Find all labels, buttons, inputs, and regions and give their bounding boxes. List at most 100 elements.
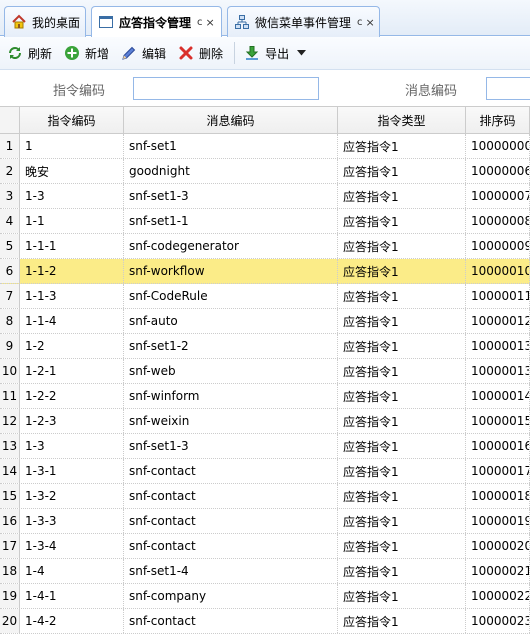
cell-message-code: snf-auto: [124, 309, 338, 333]
table-row[interactable]: 14 1-3-1 snf-contact 应答指令1 10000017: [0, 459, 530, 484]
cell-command-type: 应答指令1: [338, 459, 466, 483]
cell-sort-code: 10000012: [466, 309, 530, 333]
table-row[interactable]: 16 1-3-3 snf-contact 应答指令1 10000019: [0, 509, 530, 534]
table-row[interactable]: 15 1-3-2 snf-contact 应答指令1 10000018: [0, 484, 530, 509]
table-row[interactable]: 1 1 snf-set1 应答指令1 10000000: [0, 134, 530, 159]
cell-command-type: 应答指令1: [338, 234, 466, 258]
cell-message-code: snf-set1-1: [124, 209, 338, 233]
table-row[interactable]: 9 1-2 snf-set1-2 应答指令1 10000013: [0, 334, 530, 359]
cell-command-code: 1: [20, 134, 124, 158]
column-header-message-code[interactable]: 消息编码: [124, 107, 338, 133]
tab-label: 我的桌面: [32, 15, 81, 30]
chevron-down-icon[interactable]: [297, 48, 307, 59]
table-row[interactable]: 13 1-3 snf-set1-3 应答指令1 10000016: [0, 434, 530, 459]
cell-command-type: 应答指令1: [338, 209, 466, 233]
table-row[interactable]: 4 1-1 snf-set1-1 应答指令1 10000008: [0, 209, 530, 234]
cell-message-code: snf-set1-4: [124, 559, 338, 583]
cell-sort-code: 10000007: [466, 184, 530, 208]
cell-sort-code: 10000022: [466, 584, 530, 608]
add-button[interactable]: 新增: [61, 41, 112, 65]
table-row[interactable]: 10 1-2-1 snf-web 应答指令1 10000013: [0, 359, 530, 384]
table-row[interactable]: 19 1-4-1 snf-company 应答指令1 10000022: [0, 584, 530, 609]
row-number: 5: [0, 234, 20, 258]
delete-button[interactable]: 删除: [175, 41, 226, 65]
column-header-command-code[interactable]: 指令编码: [20, 107, 124, 133]
cell-message-code: snf-weixin: [124, 409, 338, 433]
row-number: 4: [0, 209, 20, 233]
refresh-button[interactable]: 刷新: [4, 41, 55, 65]
row-number: 15: [0, 484, 20, 508]
close-tab-icon[interactable]: ×: [206, 16, 215, 29]
row-number: 3: [0, 184, 20, 208]
edit-label: 编辑: [142, 46, 167, 61]
table-row[interactable]: 20 1-4-2 snf-contact 应答指令1 10000023: [0, 609, 530, 634]
table-row[interactable]: 3 1-3 snf-set1-3 应答指令1 10000007: [0, 184, 530, 209]
window-icon: [98, 14, 114, 30]
column-header-sort-code[interactable]: 排序码: [466, 107, 530, 133]
refresh-tab-icon[interactable]: c: [357, 17, 363, 28]
row-number: 14: [0, 459, 20, 483]
table-row[interactable]: 6 1-1-2 snf-workflow 应答指令1 10000010: [0, 259, 530, 284]
search-bar: 指令编码 消息编码: [0, 70, 530, 106]
row-number: 2: [0, 159, 20, 183]
row-number: 11: [0, 384, 20, 408]
tab-wechat-menu-events[interactable]: 微信菜单事件管理 c ×: [227, 6, 380, 37]
cell-command-type: 应答指令1: [338, 334, 466, 358]
pencil-icon: [121, 45, 137, 61]
tab-response-commands[interactable]: 应答指令管理 c ×: [91, 6, 222, 37]
table-row[interactable]: 5 1-1-1 snf-codegenerator 应答指令1 10000009: [0, 234, 530, 259]
home-icon: [11, 14, 27, 30]
row-number-header: [0, 107, 20, 133]
cell-message-code: snf-workflow: [124, 259, 338, 283]
cell-command-code: 1-3-4: [20, 534, 124, 558]
cell-sort-code: 10000017: [466, 459, 530, 483]
table-row[interactable]: 12 1-2-3 snf-weixin 应答指令1 10000015: [0, 409, 530, 434]
cell-command-type: 应答指令1: [338, 159, 466, 183]
cell-message-code: snf-winform: [124, 384, 338, 408]
tab-label: 微信菜单事件管理: [255, 15, 352, 30]
cell-command-code: 1-1: [20, 209, 124, 233]
cell-command-type: 应答指令1: [338, 184, 466, 208]
row-number: 10: [0, 359, 20, 383]
cell-message-code: snf-contact: [124, 609, 338, 633]
row-number: 18: [0, 559, 20, 583]
grid-header: 指令编码 消息编码 指令类型 排序码: [0, 107, 530, 134]
row-number: 1: [0, 134, 20, 158]
cell-command-code: 1-1-1: [20, 234, 124, 258]
row-number: 12: [0, 409, 20, 433]
data-grid: 指令编码 消息编码 指令类型 排序码 1 1 snf-set1 应答指令1 100000…: [0, 106, 530, 640]
cell-command-type: 应答指令1: [338, 409, 466, 433]
plus-icon: [64, 45, 80, 61]
delete-label: 删除: [199, 46, 224, 61]
tab-my-desktop[interactable]: 我的桌面: [4, 6, 86, 37]
command-code-label: 指令编码: [53, 84, 106, 99]
export-label: 导出: [265, 46, 290, 61]
close-tab-icon[interactable]: ×: [366, 16, 375, 29]
row-number: 6: [0, 259, 20, 283]
sitemap-icon: [234, 14, 250, 30]
command-code-input[interactable]: [133, 77, 319, 100]
edit-button[interactable]: 编辑: [118, 41, 169, 65]
message-code-input[interactable]: [486, 77, 530, 100]
table-row[interactable]: 17 1-3-4 snf-contact 应答指令1 10000020: [0, 534, 530, 559]
table-row[interactable]: 18 1-4 snf-set1-4 应答指令1 10000021: [0, 559, 530, 584]
column-header-command-type[interactable]: 指令类型: [338, 107, 466, 133]
cell-sort-code: 10000000: [466, 134, 530, 158]
cell-command-type: 应答指令1: [338, 284, 466, 308]
cell-command-code: 1-2-2: [20, 384, 124, 408]
cell-message-code: snf-set1-2: [124, 334, 338, 358]
table-row[interactable]: 7 1-1-3 snf-CodeRule 应答指令1 10000011: [0, 284, 530, 309]
cell-command-code: 1-2-3: [20, 409, 124, 433]
export-button[interactable]: 导出: [241, 41, 309, 65]
cell-message-code: snf-contact: [124, 509, 338, 533]
cell-sort-code: 10000009: [466, 234, 530, 258]
table-row[interactable]: 8 1-1-4 snf-auto 应答指令1 10000012: [0, 309, 530, 334]
cell-command-type: 应答指令1: [338, 134, 466, 158]
cell-message-code: snf-contact: [124, 534, 338, 558]
refresh-tab-icon[interactable]: c: [197, 17, 203, 28]
cell-message-code: snf-codegenerator: [124, 234, 338, 258]
cell-command-code: 1-4-2: [20, 609, 124, 633]
table-row[interactable]: 11 1-2-2 snf-winform 应答指令1 10000014: [0, 384, 530, 409]
cell-sort-code: 10000018: [466, 484, 530, 508]
table-row[interactable]: 2 晚安 goodnight 应答指令1 10000006: [0, 159, 530, 184]
